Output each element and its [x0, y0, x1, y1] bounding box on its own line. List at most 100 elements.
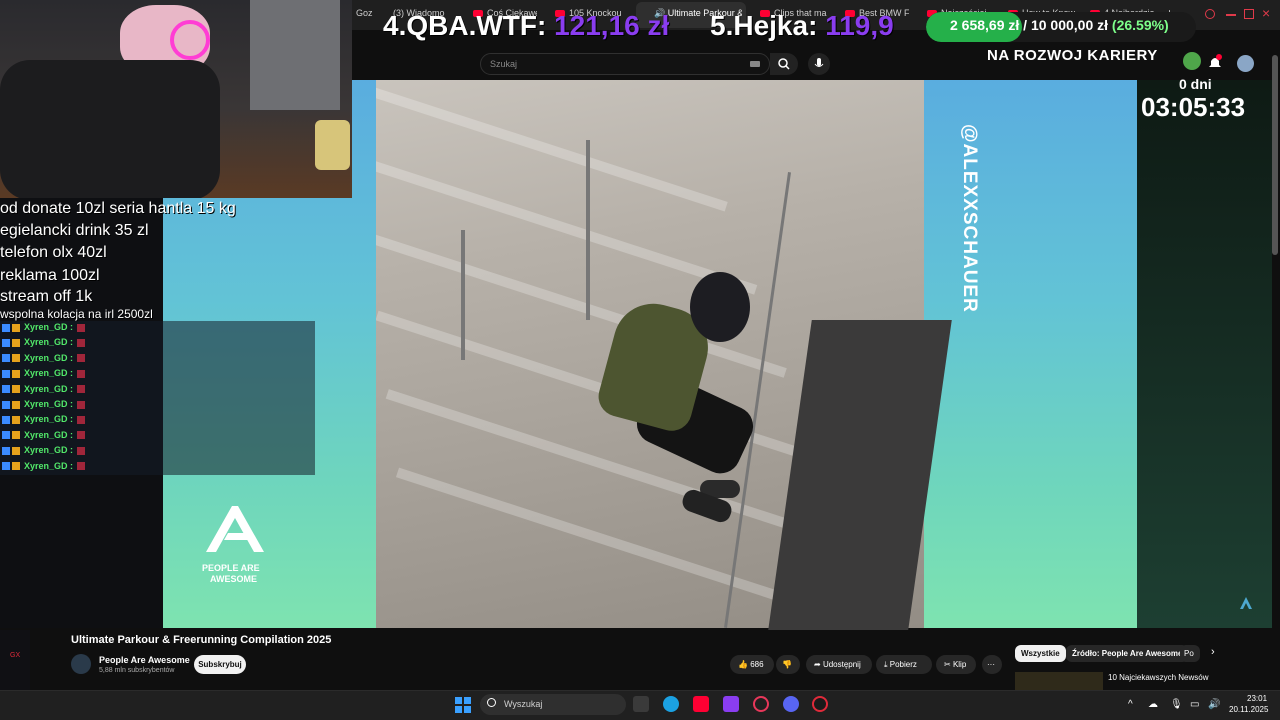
price-item: reklama 100zl [0, 267, 100, 284]
chat-row: Xyren_GD : [2, 445, 86, 459]
chip-partial[interactable]: Po [1180, 645, 1200, 662]
price-item: stream off 1k [0, 288, 93, 305]
opera-gx-icon[interactable] [753, 696, 769, 712]
channel-watermark-icon [1238, 595, 1254, 611]
prime-badge-icon [2, 416, 10, 425]
channel-name[interactable]: People Are Awesome [99, 655, 190, 665]
donation-goal-text: 2 658,69 zł / 10 000,00 zł (26.59%) [950, 17, 1169, 33]
chat-username[interactable]: Xyren_GD : [24, 414, 73, 424]
recommended-video-title[interactable]: 10 Najciekawszych Newsów [1108, 673, 1208, 682]
sub-badge-icon [12, 416, 20, 425]
stair-step [376, 80, 728, 212]
windows-start-icon[interactable] [455, 697, 471, 713]
gx-label[interactable]: GX [10, 652, 20, 659]
search-placeholder: Szukaj [490, 59, 518, 69]
clip-button[interactable]: ✂ Klip [936, 655, 976, 674]
taskbar-search-input[interactable] [480, 694, 626, 715]
webcam-feed [0, 0, 352, 198]
search-icon [487, 698, 496, 707]
chat-row: Xyren_GD : [2, 353, 86, 367]
sub-badge-icon [12, 339, 20, 348]
close-icon[interactable]: × [1262, 5, 1270, 21]
price-item: egielancki drink 35 zl [0, 222, 149, 239]
chat-row: Xyren_GD : [2, 322, 86, 336]
chat-username[interactable]: Xyren_GD : [24, 337, 73, 347]
dislike-button[interactable]: 👎 [776, 655, 800, 674]
subscribe-button[interactable]: Subskrybuj [194, 655, 246, 674]
chat-username[interactable]: Xyren_GD : [24, 353, 73, 363]
donor-rank-4: 4.QBA.WTF: 121,16 zł [383, 10, 670, 41]
more-actions-button[interactable]: ··· [982, 655, 1002, 674]
task-view-icon[interactable] [633, 696, 649, 712]
emote-icon [77, 462, 86, 471]
obs-icon[interactable] [812, 696, 828, 712]
chat-username[interactable]: Xyren_GD : [24, 322, 73, 332]
youtube-app-icon[interactable] [693, 696, 709, 712]
chevron-right-icon[interactable]: › [1211, 646, 1215, 658]
webcam-door [250, 0, 340, 110]
cloud-icon[interactable]: ☁ [1148, 699, 1158, 710]
chat-username[interactable]: Xyren_GD : [24, 461, 73, 471]
microphone-tray-icon[interactable]: 🎙 [1170, 699, 1183, 710]
webcam-drink [315, 120, 350, 170]
taskbar-time[interactable]: 23:01 [1247, 694, 1267, 703]
chat-username[interactable]: Xyren_GD : [24, 399, 73, 409]
person-hood [690, 272, 750, 342]
youtube-search-input[interactable] [480, 53, 770, 75]
download-button[interactable]: ⤓ Pobierz [876, 655, 932, 674]
monitor-icon[interactable]: ▭ [1190, 699, 1199, 710]
stream-side-panel [1137, 80, 1272, 628]
railing-post [461, 230, 465, 360]
timer-days: 0 dni [1179, 76, 1212, 92]
search-icon [778, 58, 790, 70]
share-button[interactable]: ➦ Udostępnij [806, 655, 872, 674]
keyboard-icon[interactable] [750, 61, 760, 67]
edge-icon[interactable] [663, 696, 679, 712]
price-item: od donate 10zl seria hantla 15 kg [0, 200, 236, 217]
chat-row: Xyren_GD : [2, 368, 86, 382]
chat-username[interactable]: Xyren_GD : [24, 368, 73, 378]
microphone-icon [814, 58, 824, 67]
prime-badge-icon [2, 369, 10, 378]
volume-icon[interactable]: 🔊 [1208, 699, 1220, 710]
prime-badge-icon [2, 400, 10, 409]
chat-username[interactable]: Xyren_GD : [24, 445, 73, 455]
channel-subscriber-count: 5,88 mln subskrybentów [99, 667, 175, 674]
maximize-icon[interactable] [1244, 9, 1254, 19]
discord-icon[interactable] [783, 696, 799, 712]
chip-all[interactable]: Wszystkie [1015, 645, 1066, 662]
tab-0[interactable]: Goz [356, 8, 376, 22]
search-icon[interactable] [1205, 9, 1215, 19]
voice-search-button[interactable] [808, 53, 830, 75]
chat-username[interactable]: Xyren_GD : [24, 384, 73, 394]
taskbar-search-placeholder: Wyszukaj [504, 699, 543, 709]
minimize-icon[interactable] [1226, 14, 1236, 16]
notifications-icon[interactable] [1208, 54, 1222, 70]
emote-icon [77, 400, 86, 409]
chat-row: Xyren_GD : [2, 430, 86, 444]
prime-badge-icon [2, 323, 10, 332]
taskbar-date[interactable]: 20.11.2025 [1229, 705, 1268, 714]
emote-icon [77, 431, 86, 440]
emote-icon [77, 416, 86, 425]
emote-icon [77, 323, 86, 332]
thumbs-down-icon: 👎 [782, 660, 792, 669]
search-button[interactable] [770, 53, 798, 75]
prime-badge-icon [2, 354, 10, 363]
create-icon[interactable] [1183, 52, 1201, 70]
emote-icon [77, 354, 86, 363]
account-avatar[interactable] [1237, 55, 1254, 72]
chat-row: Xyren_GD : [2, 414, 86, 428]
donation-goal-label: NA ROZWOJ KARIERY [987, 47, 1158, 64]
page-scrollbar[interactable] [1272, 55, 1278, 255]
channel-avatar[interactable] [71, 654, 91, 674]
chat-username[interactable]: Xyren_GD : [24, 430, 73, 440]
chip-source[interactable]: Źródło: People Are Awesome [1066, 645, 1189, 662]
recommended-video-thumbnail[interactable] [1015, 672, 1103, 690]
chevron-up-icon[interactable]: ^ [1128, 699, 1133, 710]
like-button[interactable]: 👍 686 [730, 655, 774, 674]
sub-badge-icon [12, 385, 20, 394]
chat-row: Xyren_GD : [2, 461, 86, 475]
logo-text-line2: AWESOME [210, 574, 258, 584]
slack-icon[interactable] [723, 696, 739, 712]
